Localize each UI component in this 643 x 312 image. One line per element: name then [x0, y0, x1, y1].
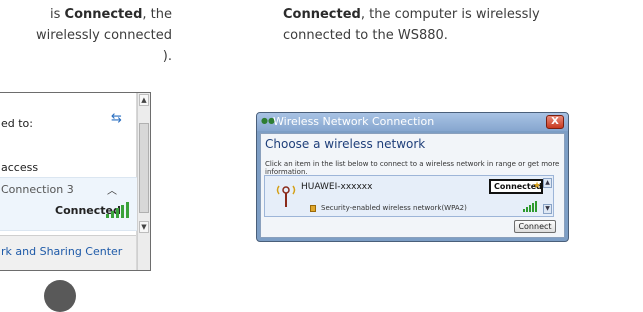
lock-icon: [310, 205, 316, 212]
left-line2: wirelessly connected: [36, 28, 172, 43]
dialog-body: Choose a wireless network Click an item …: [260, 133, 565, 238]
network-security: Security-enabled wireless network(WPA2): [321, 204, 467, 212]
chevron-up-icon[interactable]: ︿: [107, 182, 117, 197]
right-line2: connected to the WS880.: [283, 28, 448, 43]
dialog-heading: Choose a wireless network: [265, 137, 426, 151]
access-label: access: [1, 161, 39, 174]
step-marker: [44, 280, 76, 312]
flyout-scrollbar[interactable]: ▲ ▼: [137, 93, 150, 270]
scroll-thumb[interactable]: [139, 123, 149, 213]
connect-button[interactable]: Connect: [514, 220, 556, 233]
dialog-titlebar: ●● Wireless Network Connection X: [257, 113, 568, 131]
list-scrollbar[interactable]: ▲ ▼: [543, 178, 552, 216]
refresh-icon[interactable]: ⇆: [111, 111, 122, 126]
network-flyout-panel: ed to: ⇆ access Connection 3 ︿ Connected…: [0, 92, 151, 271]
scroll-up-icon[interactable]: ▲: [139, 94, 149, 106]
right-paragraph: Connected, the computer is wirelessly co…: [283, 4, 613, 46]
wifi-antenna-icon: [276, 185, 296, 207]
close-button[interactable]: X: [546, 115, 564, 129]
chevron-down-icon[interactable]: ▼: [543, 204, 552, 214]
connected-to-label: ed to:: [1, 117, 33, 130]
scroll-down-icon[interactable]: ▼: [139, 221, 149, 233]
connection-name: Connection 3: [1, 183, 74, 196]
signal-bars-icon: [106, 202, 129, 218]
dialog-description: Click an item in the list below to conne…: [265, 160, 560, 176]
right-line1-bold: Connected: [283, 7, 361, 22]
network-flyout-content: ed to: ⇆ access Connection 3 ︿ Connected…: [0, 93, 138, 270]
network-ssid: HUAWEI-xxxxxx: [301, 182, 373, 192]
network-sharing-center-link[interactable]: rk and Sharing Center: [1, 245, 122, 258]
flyout-footer: rk and Sharing Center: [0, 235, 136, 270]
connection-status-box: Connected ★: [489, 179, 543, 194]
signal-bars-icon: [523, 201, 537, 212]
left-line1-prefix: is: [50, 7, 65, 22]
dialog-title: Wireless Network Connection: [273, 115, 435, 128]
chevron-up-icon[interactable]: ▲: [543, 178, 552, 188]
star-icon: ★: [533, 181, 542, 191]
left-paragraph: is Connected, the wirelessly connected )…: [0, 4, 172, 67]
left-line1-suffix: , the: [142, 7, 172, 22]
network-list-item[interactable]: HUAWEI-xxxxxx Security-enabled wireless …: [264, 175, 554, 217]
network-list-item[interactable]: Connection 3 ︿ Connected: [0, 177, 138, 231]
wireless-network-dialog: ●● Wireless Network Connection X Choose …: [256, 112, 569, 242]
left-line3: ).: [162, 49, 172, 64]
right-line1-suffix: , the computer is wirelessly: [360, 7, 540, 22]
left-line1-bold: Connected: [64, 7, 143, 22]
